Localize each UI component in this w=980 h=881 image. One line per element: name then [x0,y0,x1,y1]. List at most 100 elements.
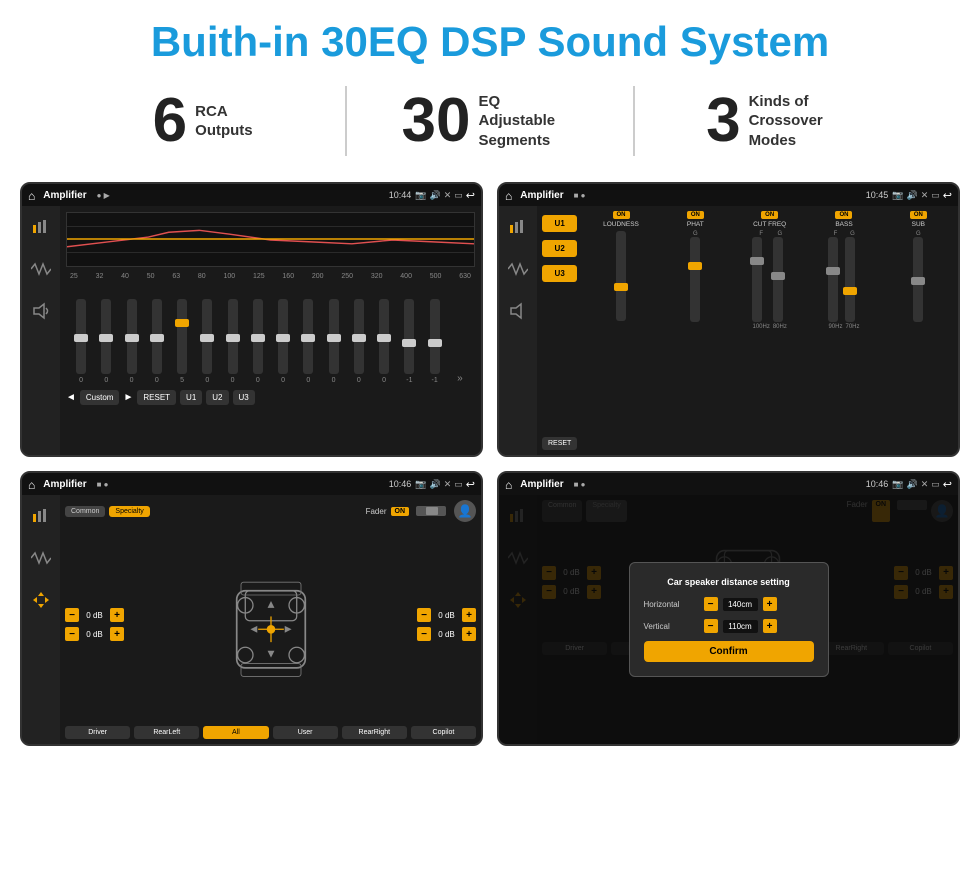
back-icon-4[interactable]: ↩ [943,478,952,491]
eq-slider-8: 0 [247,299,269,384]
fader-user-btn[interactable]: User [273,726,338,739]
sidebar-eq-icon-2[interactable] [505,214,531,240]
dialog-title: Car speaker distance setting [644,577,814,587]
crossover-sidebar [499,206,537,455]
sidebar-arrows-icon[interactable] [28,587,54,613]
eq-u3-btn[interactable]: U3 [233,390,255,405]
dialog-horizontal-plus[interactable]: + [763,597,777,611]
stat-label-crossover: Kinds ofCrossover Modes [749,92,849,151]
crossover-screen-content: U1 U2 U3 RESET ON LOUDNESS [499,206,958,455]
eq-slider-10: 0 [297,299,319,384]
fader-rearright-btn[interactable]: RearRight [342,726,407,739]
volume-icon-3: 🔊 [430,479,441,490]
back-icon[interactable]: ↩ [466,189,475,202]
home-icon-2[interactable] [505,188,512,203]
page-header: Buith-in 30EQ DSP Sound System [0,0,980,76]
crossover-main-area: U1 U2 U3 RESET ON LOUDNESS [537,206,958,455]
fader-on-badge[interactable]: ON [391,507,410,516]
eq-u1-btn[interactable]: U1 [180,390,202,405]
db-plus-4[interactable]: + [462,627,476,641]
sidebar-wave-icon[interactable] [28,256,54,282]
fader-left-col: − 0 dB + − 0 dB + [65,527,124,722]
crossover-u1-btn[interactable]: U1 [542,215,577,232]
fader-driver-btn[interactable]: Driver [65,726,130,739]
eq-slider-4: 0 [146,299,168,384]
dialog-vertical-minus[interactable]: − [704,619,718,633]
close-icon-2: ✕ [921,190,929,201]
dialog-time: 10:46 [866,479,889,489]
dialog-status-icons: 📷 🔊 ✕ ▭ ↩ [892,478,952,491]
minimize-icon-2: ▭ [931,190,940,201]
dialog-horizontal-value: 140cm [723,598,758,611]
dialog-horizontal-row: Horizontal − 140cm + [644,597,814,611]
fader-app-name: Amplifier [43,479,86,490]
crossover-u3-btn[interactable]: U3 [542,265,577,282]
close-icon-3: ✕ [444,479,452,490]
fader-label: Fader [366,507,387,516]
eq-next-btn[interactable]: ► [123,392,133,403]
crossover-reset-btn[interactable]: RESET [542,437,577,450]
camera-icon-3: 📷 [415,479,426,490]
fader-person-icon[interactable]: 👤 [454,500,476,522]
fader-status-icons: 📷 🔊 ✕ ▭ ↩ [415,478,475,491]
db-plus-3[interactable]: + [462,608,476,622]
home-icon-3[interactable] [28,477,35,492]
home-icon-4[interactable] [505,477,512,492]
sidebar-vol-icon[interactable] [28,298,54,324]
fader-all-btn[interactable]: All [203,726,268,739]
crossover-cutfreq-group: ON CUT FREQ F 100Hz [735,211,804,450]
sidebar-wave-icon-2[interactable] [505,256,531,282]
eq-prev-btn[interactable]: ◄ [66,392,76,403]
sidebar-eq-icon-3[interactable] [28,503,54,529]
back-icon-2[interactable]: ↩ [943,189,952,202]
eq-preset-label: Custom [80,390,120,405]
minimize-icon: ▭ [454,190,463,201]
crossover-bass-group: ON BASS F 90Hz [809,211,878,450]
fader-specialty-tab[interactable]: Specialty [109,506,149,517]
sidebar-wave-icon-3[interactable] [28,545,54,571]
stat-rca: 6 RCAOutputs [60,90,345,152]
db-plus-2[interactable]: + [110,627,124,641]
db-minus-2[interactable]: − [65,627,79,641]
db-minus-1[interactable]: − [65,608,79,622]
stat-number-crossover: 3 [706,90,740,152]
sidebar-vol-icon-2[interactable] [505,298,531,324]
db-row-3: − 0 dB + [417,608,476,622]
db-row-4: − 0 dB + [417,627,476,641]
eq-slider-13: 0 [373,299,395,384]
fader-screen-panel: Amplifier ■ ● 10:46 📷 🔊 ✕ ▭ ↩ [20,471,483,746]
close-icon-4: ✕ [921,479,929,490]
eq-app-name: Amplifier [43,190,86,201]
dialog-horizontal-minus[interactable]: − [704,597,718,611]
confirm-button[interactable]: Confirm [644,641,814,662]
crossover-u2-btn[interactable]: U2 [542,240,577,257]
db-plus-1[interactable]: + [110,608,124,622]
db-row-1: − 0 dB + [65,608,124,622]
stat-number-rca: 6 [153,90,187,152]
fader-status-bar: Amplifier ■ ● 10:46 📷 🔊 ✕ ▭ ↩ [22,473,481,495]
eq-bottom-bar: ◄ Custom ► RESET U1 U2 U3 [66,390,475,405]
dialog-vertical-plus[interactable]: + [763,619,777,633]
db-minus-3[interactable]: − [417,608,431,622]
fader-rearleft-btn[interactable]: RearLeft [134,726,199,739]
eq-u2-btn[interactable]: U2 [206,390,228,405]
fader-slider[interactable] [416,506,446,516]
sidebar-eq-icon[interactable] [28,214,54,240]
eq-slider-7: 0 [222,299,244,384]
stats-row: 6 RCAOutputs 30 EQ AdjustableSegments 3 … [0,76,980,174]
home-icon[interactable] [28,188,35,203]
eq-more-btn[interactable]: » [449,373,471,384]
crossover-screen-panel: Amplifier ■ ● 10:45 📷 🔊 ✕ ▭ ↩ [497,182,960,457]
volume-icon: 🔊 [430,190,441,201]
fader-common-tab[interactable]: Common [65,506,105,517]
dialog-vertical-label: Vertical [644,622,699,631]
db-row-2: − 0 dB + [65,627,124,641]
eq-reset-btn[interactable]: RESET [137,390,176,405]
fader-sidebar [22,495,60,744]
crossover-status-bar: Amplifier ■ ● 10:45 📷 🔊 ✕ ▭ ↩ [499,184,958,206]
fader-body: − 0 dB + − 0 dB + [65,527,476,722]
back-icon-3[interactable]: ↩ [466,478,475,491]
fader-copilot-btn[interactable]: Copilot [411,726,476,739]
fader-screen-content: Common Specialty Fader ON 👤 − 0 dB [22,495,481,744]
db-minus-4[interactable]: − [417,627,431,641]
